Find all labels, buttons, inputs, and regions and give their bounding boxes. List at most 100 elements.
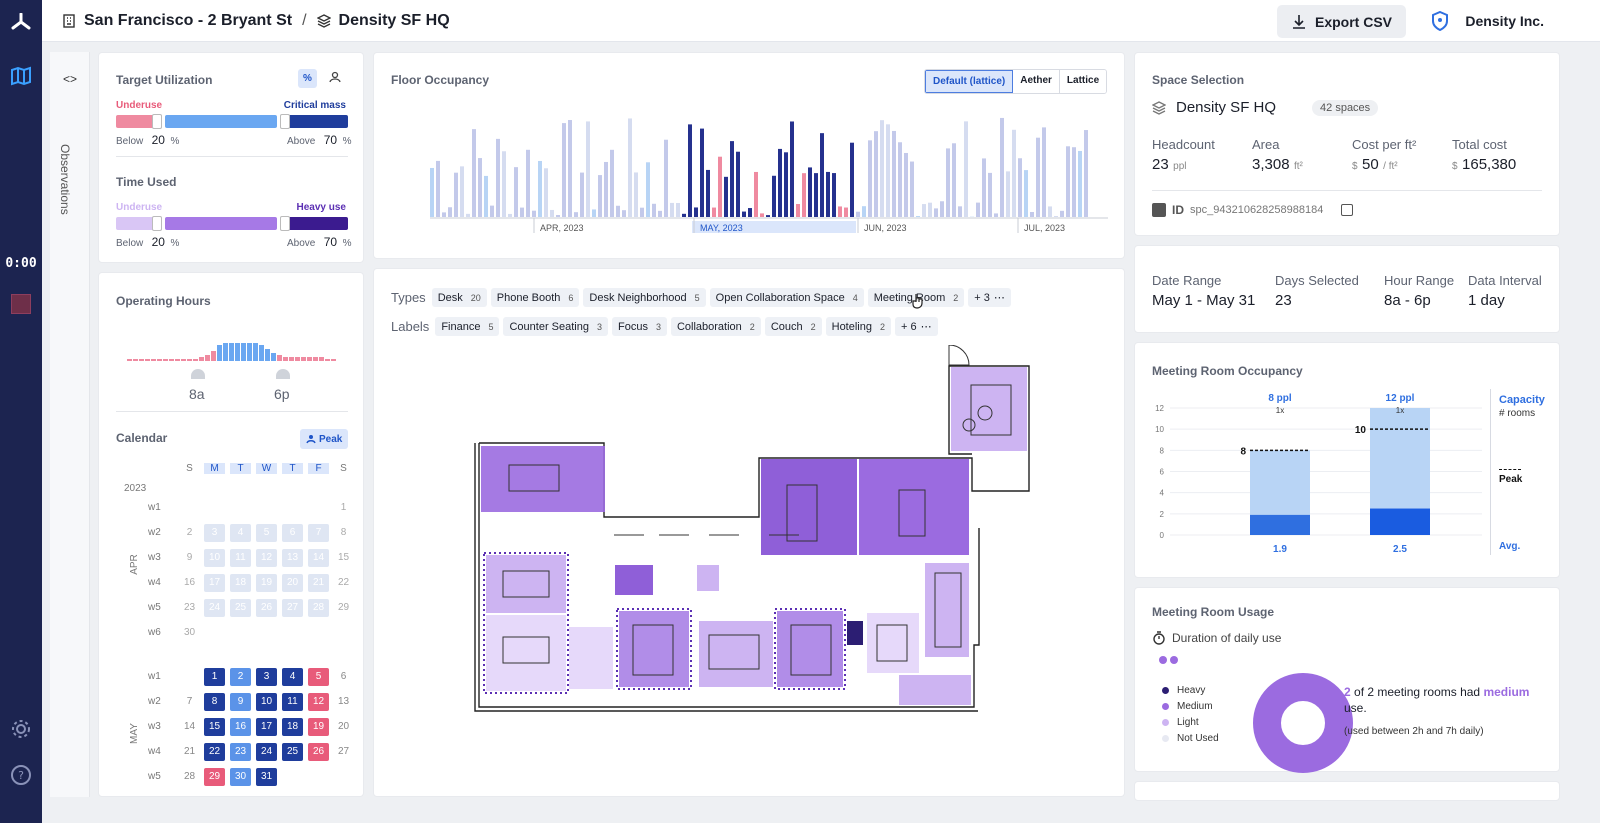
labels-more-chip[interactable]: + 6 ⋯ [895, 317, 938, 336]
time-heavy-handle[interactable] [280, 216, 290, 231]
expand-icon[interactable]: <> [50, 72, 90, 86]
types-more-chip[interactable]: + 3 ⋯ [968, 288, 1011, 307]
calendar-day[interactable]: 10 [204, 549, 225, 567]
below-value[interactable]: 20 [152, 133, 165, 147]
calendar-day[interactable]: 6 [333, 668, 354, 686]
calendar-day[interactable]: 19 [256, 574, 277, 592]
focus-booths[interactable] [925, 563, 969, 657]
calendar-day[interactable]: 4 [230, 524, 251, 542]
calendar-day[interactable]: 20 [333, 718, 354, 736]
calendar-day[interactable]: 1 [204, 668, 225, 686]
calendar-day[interactable]: 14 [179, 718, 200, 736]
desk-neighborhood-5[interactable] [777, 611, 843, 687]
type-chip[interactable]: Desk Neighborhood 5 [583, 288, 706, 307]
time-above-value[interactable]: 70 [324, 235, 337, 249]
type-chip[interactable]: Phone Booth 6 [490, 288, 580, 307]
week-label[interactable]: w4 [148, 577, 161, 588]
gear-icon[interactable] [0, 718, 42, 740]
calendar-day[interactable]: 13 [333, 693, 354, 711]
time-underuse-handle[interactable] [152, 216, 162, 231]
critical-handle[interactable] [280, 114, 290, 129]
org-menu[interactable]: Density Inc. [1431, 0, 1544, 42]
calendar-day[interactable]: 9 [230, 693, 251, 711]
label-chip[interactable]: Counter Seating 3 [503, 317, 608, 336]
underuse-handle[interactable] [152, 114, 162, 129]
calendar-day[interactable]: 14 [308, 549, 329, 567]
date-range-value[interactable]: May 1 - May 31 [1152, 292, 1255, 309]
type-chip[interactable]: Desk 20 [431, 288, 487, 307]
percent-toggle[interactable]: % [298, 69, 317, 88]
calendar-day[interactable]: 30 [179, 624, 200, 642]
type-chip[interactable]: Open Collaboration Space 4 [709, 288, 864, 307]
time-below-value[interactable]: 20 [152, 235, 165, 249]
record-button[interactable] [11, 294, 31, 314]
week-label[interactable]: w5 [148, 771, 161, 782]
calendar-day[interactable]: 13 [282, 549, 303, 567]
desk-neighborhood-4[interactable] [699, 621, 773, 687]
calendar-day[interactable]: 21 [179, 743, 200, 761]
calendar-day[interactable]: 8 [333, 524, 354, 542]
calendar-day[interactable]: 7 [308, 524, 329, 542]
calendar-day[interactable]: 26 [308, 743, 329, 761]
label-chip[interactable]: Finance 5 [435, 317, 500, 336]
calendar-day[interactable]: 21 [308, 574, 329, 592]
week-label[interactable]: w3 [148, 552, 161, 563]
calendar-day[interactable]: 23 [179, 599, 200, 617]
calendar-day[interactable]: 24 [204, 599, 225, 617]
week-label[interactable]: w3 [148, 721, 161, 732]
calendar-day[interactable]: 9 [179, 549, 200, 567]
desk-neighborhood-3[interactable] [619, 611, 689, 687]
calendar-day[interactable]: 4 [282, 668, 303, 686]
export-csv-button[interactable]: Export CSV [1276, 5, 1406, 38]
label-chip[interactable]: Hoteling 2 [825, 317, 891, 336]
phone-booth-2[interactable] [697, 565, 719, 591]
calendar-day[interactable]: 6 [282, 524, 303, 542]
calendar-day[interactable]: 25 [282, 743, 303, 761]
desk-neighborhood-2[interactable] [486, 615, 566, 691]
week-label[interactable]: w1 [148, 671, 161, 682]
breadcrumb-space[interactable]: Density SF HQ [339, 12, 450, 30]
week-label[interactable]: w5 [148, 602, 161, 613]
label-chip[interactable]: Collaboration 2 [670, 317, 761, 336]
calendar-day[interactable]: 5 [308, 668, 329, 686]
calendar-day[interactable]: 24 [256, 743, 277, 761]
calendar-day[interactable]: 19 [308, 718, 329, 736]
calendar-day[interactable]: 16 [230, 718, 251, 736]
calendar-day[interactable]: 22 [204, 743, 225, 761]
calendar-day[interactable]: 26 [256, 599, 277, 617]
calendar-day[interactable]: 18 [282, 718, 303, 736]
mode-aether[interactable]: Aether [1013, 70, 1060, 93]
calendar-day[interactable]: 17 [204, 574, 225, 592]
calendar-day[interactable]: 2 [230, 668, 251, 686]
calendar-day[interactable]: 31 [256, 768, 277, 786]
calendar-day[interactable]: 22 [333, 574, 354, 592]
meeting-room-large[interactable] [481, 446, 605, 512]
week-label[interactable]: w2 [148, 527, 161, 538]
mode-default-lattice[interactable]: Default (lattice) [925, 70, 1014, 93]
calendar-day[interactable]: 8 [204, 693, 225, 711]
lounge-area[interactable] [951, 367, 1027, 451]
week-label[interactable]: w4 [148, 746, 161, 757]
desk-neighborhood-1[interactable] [486, 555, 566, 613]
label-chip[interactable]: Couch 2 [764, 317, 822, 336]
counter-seating[interactable] [899, 675, 971, 705]
calendar-day[interactable]: 27 [282, 599, 303, 617]
calendar-day[interactable]: 16 [179, 574, 200, 592]
week-label[interactable]: w6 [148, 627, 161, 638]
collaboration-table[interactable] [867, 613, 919, 673]
label-chip[interactable]: Focus 3 [611, 317, 667, 336]
calendar-day[interactable]: 15 [204, 718, 225, 736]
mode-lattice[interactable]: Lattice [1059, 70, 1107, 93]
calendar-day[interactable]: 5 [256, 524, 277, 542]
map-icon[interactable] [0, 66, 42, 86]
calendar-day[interactable]: 12 [308, 693, 329, 711]
copy-icon[interactable] [1341, 204, 1354, 216]
above-value[interactable]: 70 [324, 133, 337, 147]
calendar-day[interactable]: 30 [230, 768, 251, 786]
selected-space[interactable]: Density SF HQ 42 spaces [1152, 99, 1379, 116]
calendar-day[interactable]: 25 [230, 599, 251, 617]
calendar-day[interactable]: 20 [282, 574, 303, 592]
calendar-day[interactable]: 29 [333, 599, 354, 617]
floor-occupancy-timeline[interactable]: APR, 2023 MAY, 2023 JUN, 2023 JUL, 2023 [430, 117, 1108, 245]
calendar-day[interactable]: 2 [179, 524, 200, 542]
